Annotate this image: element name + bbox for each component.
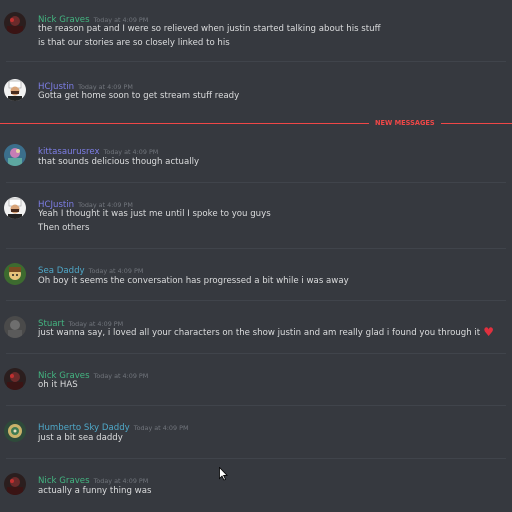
message-text: just a bit sea daddy	[38, 433, 123, 443]
message-text: actually a funny thing was	[38, 486, 152, 496]
user-avatar[interactable]	[4, 473, 26, 495]
message-text-content: just wanna say, i loved all your charact…	[38, 328, 481, 338]
message-divider	[6, 405, 506, 406]
message-text: Yeah I thought it was just me until I sp…	[38, 209, 271, 219]
message-divider	[6, 61, 506, 62]
user-avatar[interactable]	[4, 79, 26, 101]
message-text: the reason pat and I were so relieved wh…	[38, 24, 381, 34]
message-text: Then others	[38, 223, 90, 233]
timestamp: Today at 4:09 PM	[93, 372, 149, 380]
user-avatar[interactable]	[4, 144, 26, 166]
timestamp: Today at 4:09 PM	[88, 267, 144, 275]
user-avatar[interactable]	[4, 12, 26, 34]
new-messages-label: NEW MESSAGES	[369, 118, 441, 129]
message-divider	[6, 300, 506, 301]
message-text: oh it HAS	[38, 380, 78, 390]
user-avatar[interactable]	[4, 316, 26, 338]
mouse-cursor-icon	[219, 467, 228, 481]
message-text: is that our stories are so closely linke…	[38, 38, 230, 48]
user-avatar[interactable]	[4, 263, 26, 285]
heart-icon: ♥	[483, 325, 494, 339]
user-avatar[interactable]	[4, 197, 26, 219]
message-text: Gotta get home soon to get stream stuff …	[38, 91, 240, 101]
message-divider	[6, 182, 506, 183]
user-avatar[interactable]	[4, 420, 26, 442]
message-text: Oh boy it seems the conversation has pro…	[38, 276, 349, 286]
message-text: that sounds delicious though actually	[38, 157, 200, 167]
message-divider	[6, 353, 506, 354]
message-text: just wanna say, i loved all your charact…	[38, 326, 494, 340]
user-avatar[interactable]	[4, 368, 26, 390]
message-divider	[6, 248, 506, 249]
timestamp: Today at 4:09 PM	[133, 424, 189, 432]
message-divider	[6, 458, 506, 459]
timestamp: Today at 4:09 PM	[93, 477, 149, 485]
timestamp: Today at 4:09 PM	[103, 148, 159, 156]
